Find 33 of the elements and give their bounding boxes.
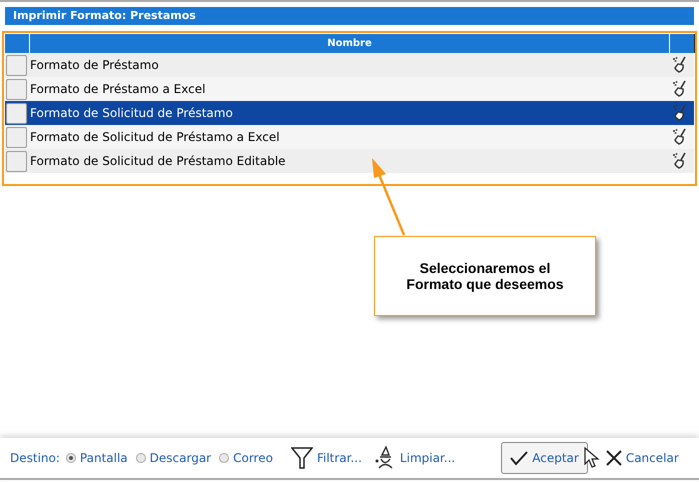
broom-icon[interactable] xyxy=(672,104,688,122)
format-name: Formato de Solicitud de Préstamo xyxy=(30,106,234,120)
clear-button[interactable]: Limpiar... xyxy=(368,442,462,474)
format-name: Formato de Solicitud de Préstamo Editable xyxy=(30,154,287,168)
radio-button[interactable] xyxy=(219,453,230,463)
table-row[interactable]: Formato de Solicitud de Préstamo xyxy=(5,101,694,125)
radio-button[interactable] xyxy=(136,453,146,463)
window-title: Imprimir Formato: Prestamos xyxy=(5,7,694,25)
radio-option[interactable]: Pantalla xyxy=(66,451,128,465)
broom-icon[interactable] xyxy=(672,152,688,170)
funnel-icon xyxy=(290,446,313,470)
row-selector[interactable] xyxy=(6,102,27,124)
table-row[interactable]: Formato de Solicitud de Préstamo a Excel xyxy=(5,125,694,149)
close-icon xyxy=(606,450,622,466)
broom-icon[interactable] xyxy=(672,128,688,146)
accept-button[interactable]: Aceptar xyxy=(501,442,588,474)
format-name: Formato de Solicitud de Préstamo a Excel xyxy=(30,130,281,144)
radio-option[interactable]: Correo xyxy=(219,451,273,465)
radio-button[interactable] xyxy=(66,453,76,463)
destination-label: Destino: xyxy=(10,451,60,465)
format-name: Formato de Préstamo xyxy=(30,58,160,72)
check-icon xyxy=(510,450,528,466)
table-row[interactable]: Formato de Solicitud de Préstamo Editable xyxy=(5,149,694,173)
radio-option[interactable]: Descargar xyxy=(136,451,212,465)
table-row[interactable]: Formato de Préstamo xyxy=(5,53,694,77)
format-name: Formato de Préstamo a Excel xyxy=(30,82,206,96)
filter-button[interactable]: Filtrar... xyxy=(284,442,368,474)
cancel-button[interactable]: Cancelar xyxy=(600,442,685,474)
cursor-icon xyxy=(584,447,600,469)
broom-icon[interactable] xyxy=(672,56,688,74)
table-row[interactable]: Formato de Préstamo a Excel xyxy=(5,77,694,101)
callout-box: Seleccionaremos el Formato que deseemos xyxy=(374,236,596,316)
broom-icon[interactable] xyxy=(672,80,688,98)
